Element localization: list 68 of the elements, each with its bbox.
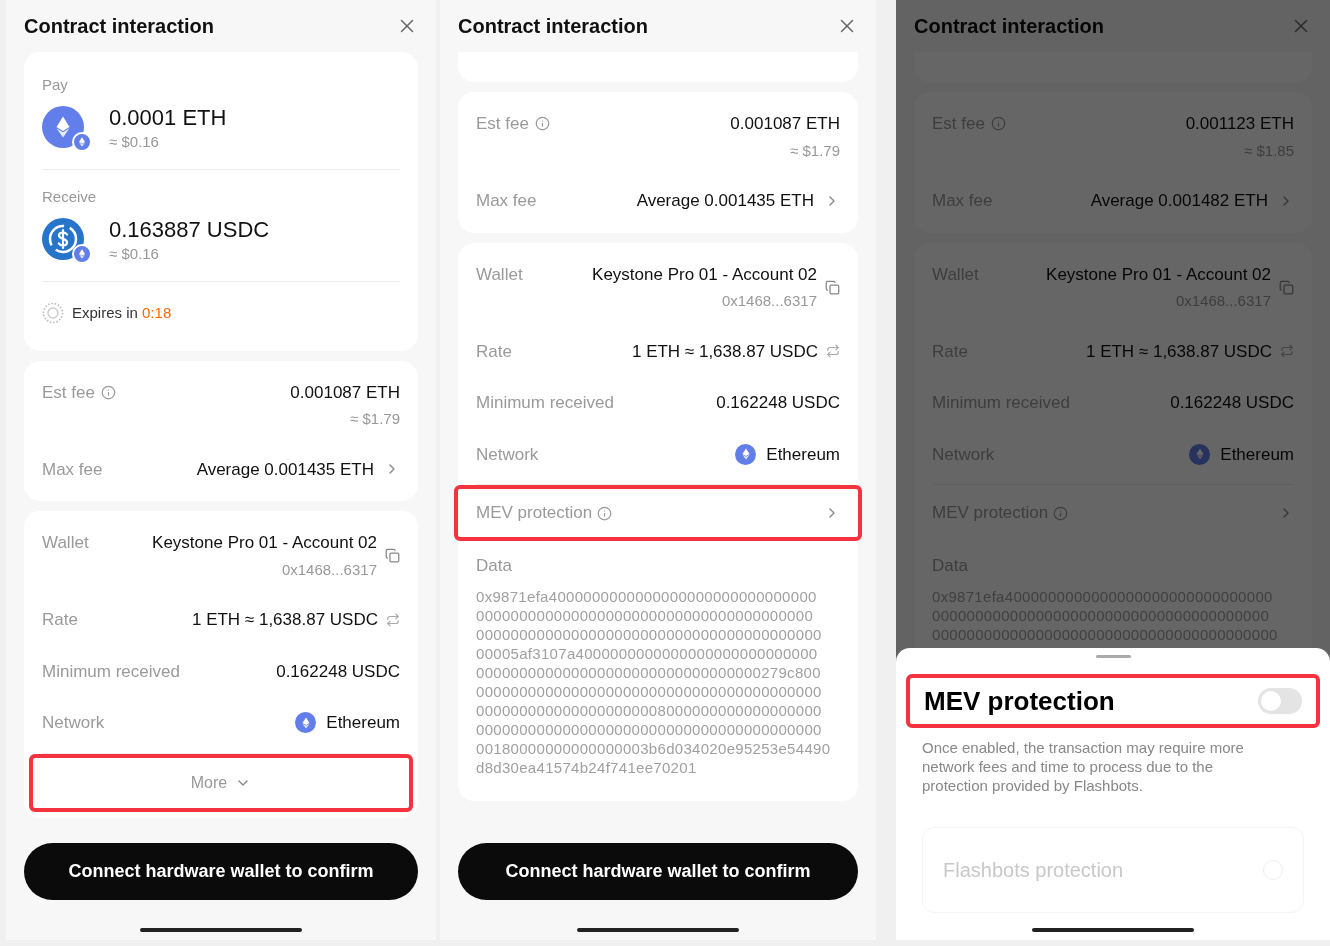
- window-title: Contract interaction: [24, 14, 215, 39]
- data-hex: 0x9871efa4000000000000000000000000000000 000000000000000000000000000000000000000 0000000000000000000000000000000000000000 00005af3107a4000000000000000000000000000 000000000000000000000000000000000279c800 0000000000000000000000000000000000000000 0000000000000000000008000000000000000000 0000000000000000000000000000000000000000 00180000000000000003b6d034020e95253e54490 d8d30ea41574b24f741ee70201: [476, 586, 832, 777]
- timer-icon: [42, 302, 64, 325]
- row-label: Rate: [476, 340, 512, 363]
- network-value: Ethereum: [326, 712, 400, 734]
- copy-icon[interactable]: [825, 279, 840, 295]
- row-value: 0.162248 USDC: [1170, 392, 1294, 414]
- info-icon[interactable]: [100, 384, 116, 400]
- fee-value: 0.001123 ETH: [1185, 113, 1294, 135]
- swap-icon[interactable]: [386, 612, 400, 627]
- info-icon[interactable]: [534, 116, 550, 132]
- coin-icon: [42, 105, 92, 152]
- row-label: Minimum received: [476, 392, 614, 414]
- row-value: 0.162248 USDC: [716, 392, 840, 414]
- network-value: Ethereum: [766, 443, 840, 466]
- mev-protection-row[interactable]: MEV protection: [454, 485, 862, 541]
- info-icon: [597, 505, 613, 521]
- wallet-name: Keystone Pro 01 - Account 02: [152, 532, 377, 554]
- row-label: Data: [476, 555, 513, 577]
- fee-value: 0.001087 ETH: [290, 381, 400, 404]
- row-label: Network: [476, 443, 539, 466]
- info-icon: [1053, 505, 1069, 521]
- row-value: 0.162248 USDC: [276, 660, 400, 683]
- fiat-value: ≈ $1.79: [790, 140, 840, 161]
- rate-value: 1 ETH ≈ 1,638.87 USDC: [631, 340, 818, 363]
- rate-value: 1 ETH ≈ 1,638.87 USDC: [1085, 340, 1272, 363]
- copy-icon[interactable]: [1279, 279, 1294, 295]
- rate-value: 1 ETH ≈ 1,638.87 USDC: [191, 609, 378, 631]
- window-title: Contract interaction: [914, 14, 1105, 39]
- fiat-value: ≈ $0.16: [109, 243, 160, 264]
- row-label: Network: [42, 712, 105, 734]
- countdown-value: 0:18: [142, 304, 172, 321]
- more-button[interactable]: More: [29, 753, 413, 812]
- row-label: Wallet: [42, 532, 89, 554]
- swap-icon[interactable]: [1280, 344, 1294, 359]
- token-amount: 0.163887 USDC: [109, 216, 270, 243]
- confirm-button[interactable]: Connect hardware wallet to confirm: [24, 843, 418, 900]
- swap-icon[interactable]: [826, 344, 840, 359]
- ethereum-icon: [295, 712, 317, 734]
- max-fee-row[interactable]: Max fee Average 0.001435 ETH: [476, 175, 840, 227]
- sheet-title: MEV protection: [924, 684, 1115, 718]
- coin-icon: [42, 217, 92, 264]
- row-label: Minimum received: [42, 660, 180, 683]
- ethereum-icon: [1189, 443, 1211, 465]
- max-fee-row[interactable]: Max fee Average 0.001435 ETH: [42, 443, 400, 495]
- ethereum-icon: [735, 443, 757, 465]
- fiat-value: ≈ $1.79: [350, 409, 400, 429]
- confirm-button[interactable]: Connect hardware wallet to confirm: [458, 843, 858, 900]
- fiat-value: ≈ $0.16: [109, 131, 160, 152]
- sheet-description: Once enabled, the transaction may require more network fees and time to process due to the protection provided by Flashbots.: [921, 738, 1245, 795]
- fee-value: 0.001087 ETH: [730, 113, 840, 135]
- row-label: Est fee: [42, 381, 95, 404]
- wallet-name: Keystone Pro 01 - Account 02: [1046, 263, 1271, 286]
- expiry-label: Expires in: [72, 304, 138, 321]
- network-value: Ethereum: [1220, 443, 1294, 466]
- window-title: Contract interaction: [458, 14, 649, 39]
- toggle-switch[interactable]: [1258, 688, 1302, 714]
- info-icon[interactable]: [990, 116, 1006, 132]
- section-label: Receive: [42, 187, 98, 207]
- section-label: Pay: [42, 75, 69, 95]
- row-label: Rate: [42, 609, 78, 631]
- row-label: Est fee: [476, 113, 529, 135]
- wallet-address: 0x1468...6317: [721, 291, 817, 311]
- row-label: Wallet: [476, 263, 523, 286]
- copy-icon[interactable]: [385, 548, 400, 563]
- wallet-name: Keystone Pro 01 - Account 02: [592, 263, 817, 286]
- token-amount: 0.0001 ETH: [109, 104, 227, 131]
- wallet-address: 0x1468...6317: [281, 559, 377, 580]
